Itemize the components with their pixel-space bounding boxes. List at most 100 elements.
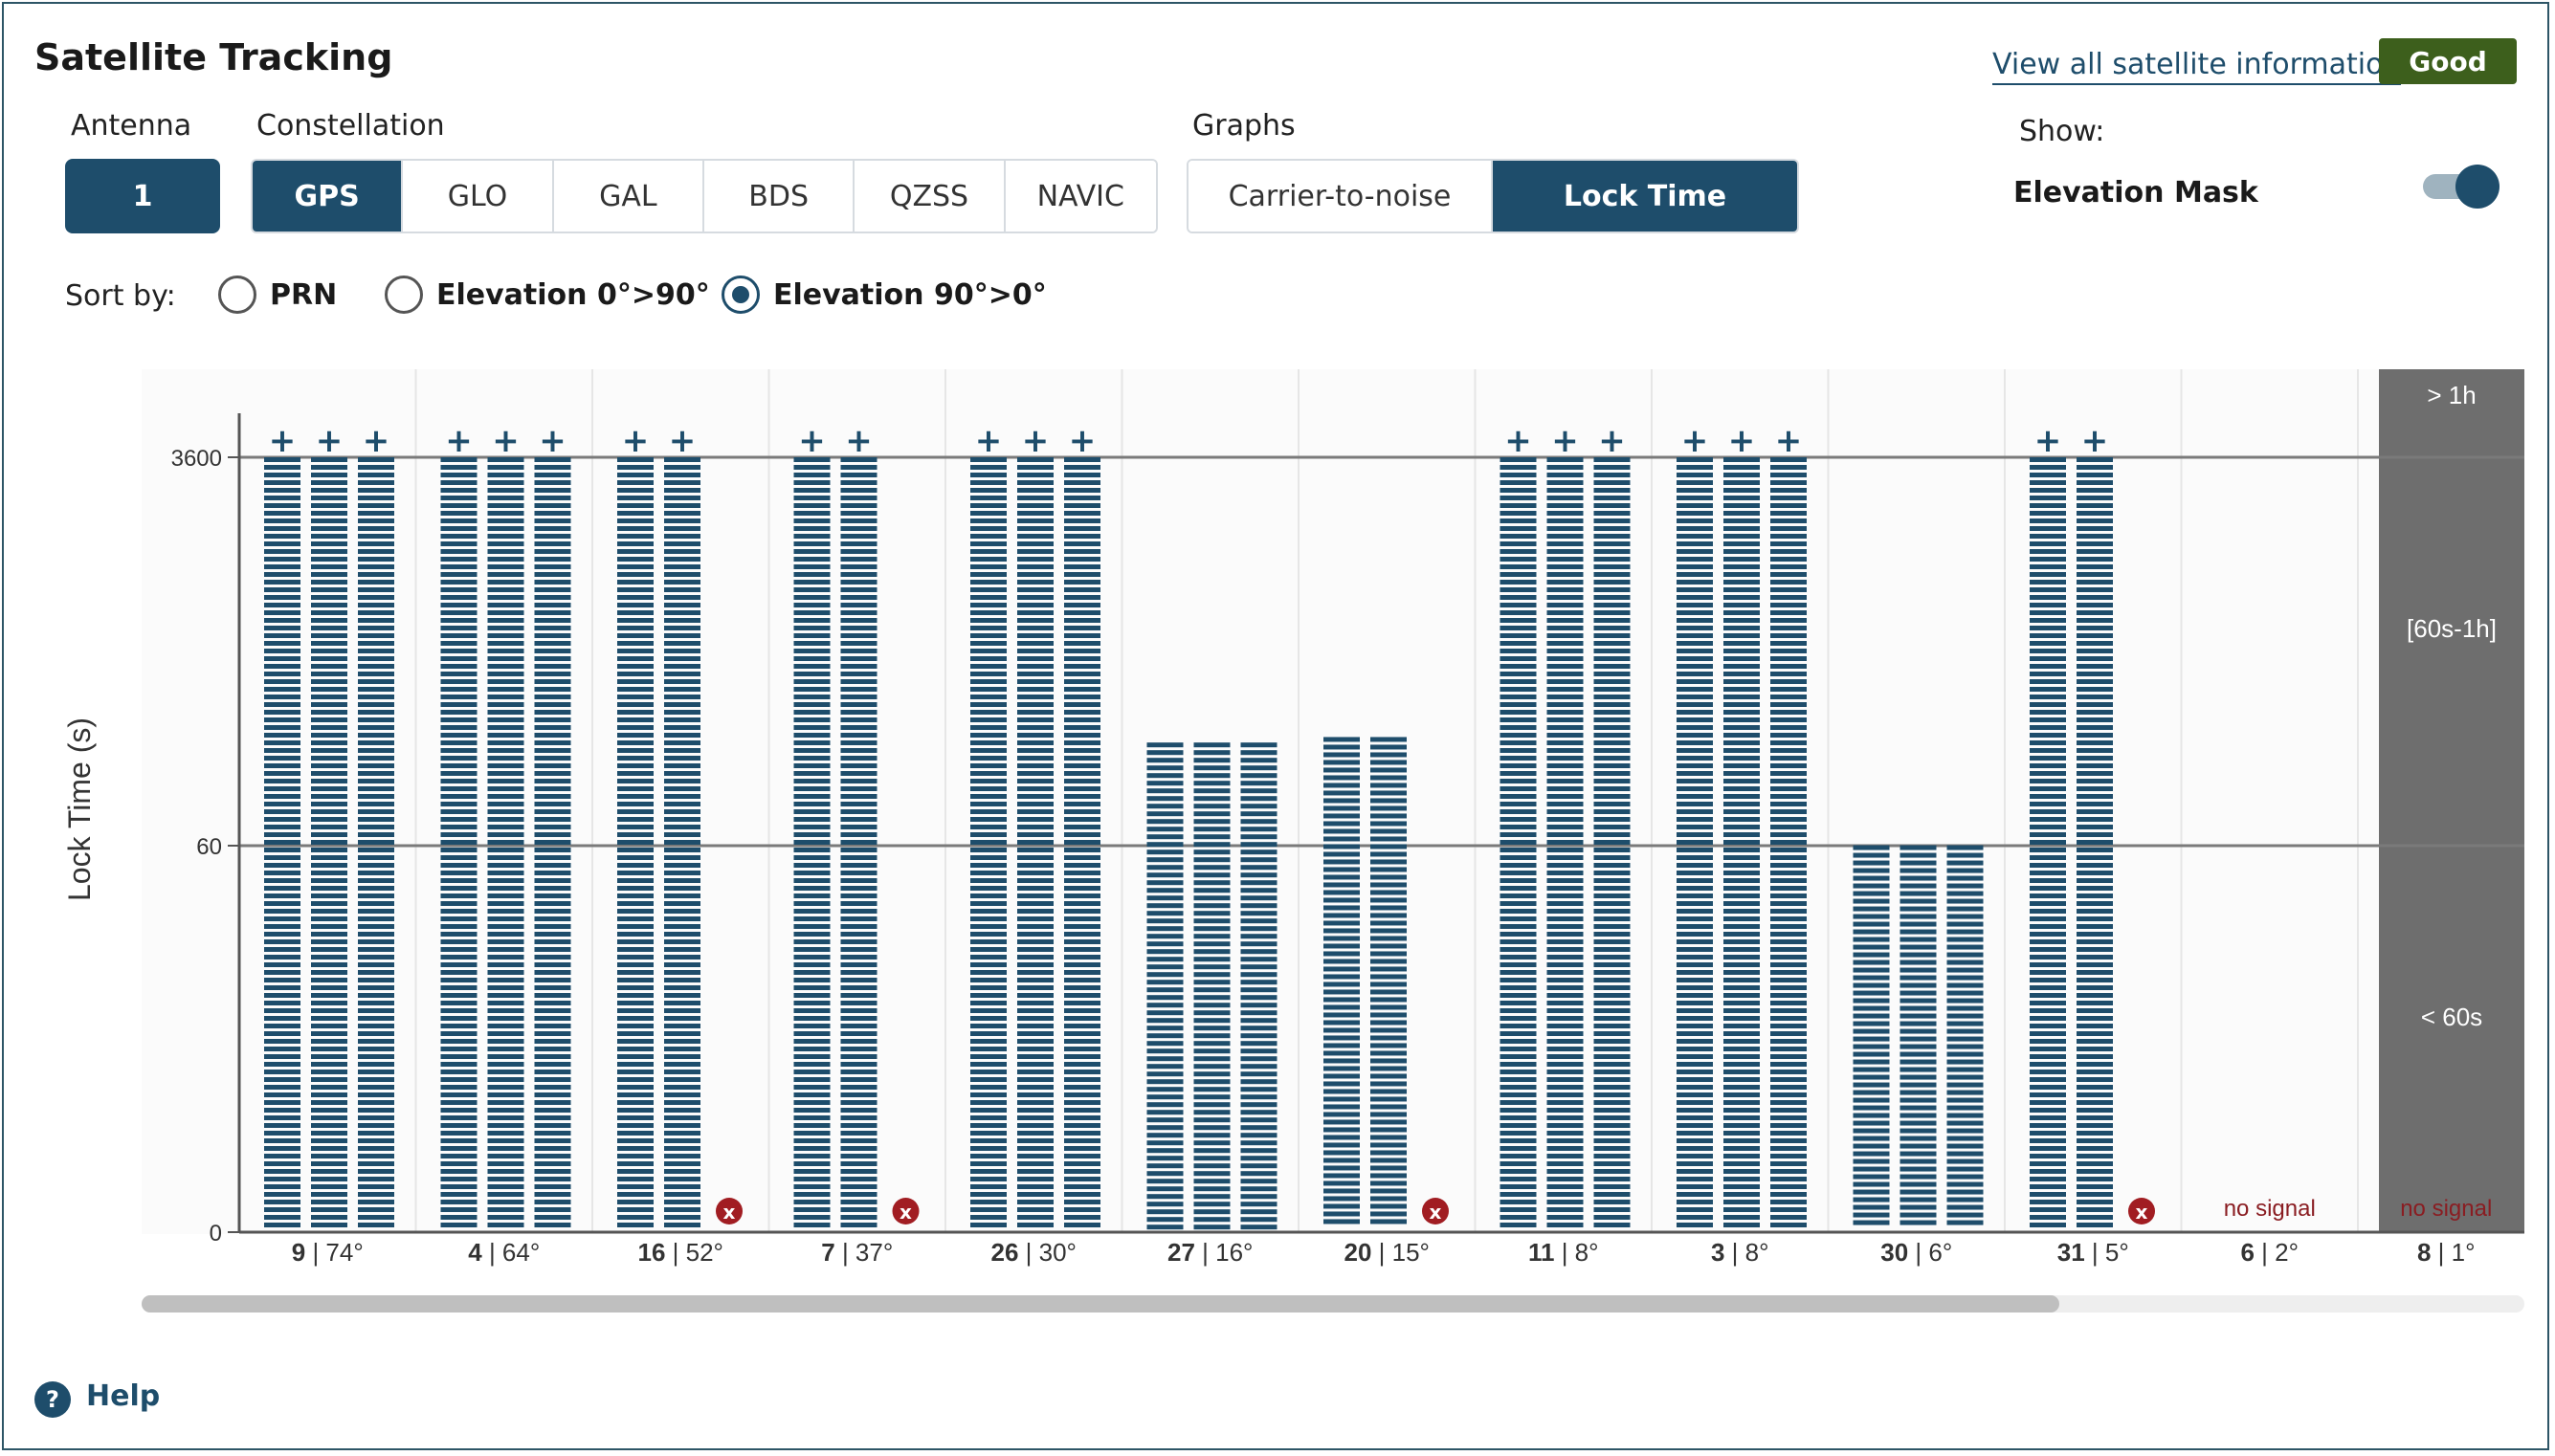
lock-time-bar-segment: [1546, 1207, 1584, 1212]
lock-time-bar-segment: [1723, 1077, 1760, 1082]
lock-time-bar-segment: [1946, 1151, 1984, 1157]
lock-time-bar-segment: [840, 710, 878, 715]
horizontal-scrollbar-thumb[interactable]: [142, 1295, 2059, 1313]
lock-time-bar-segment: [1593, 656, 1631, 661]
lock-time-bar-segment: [311, 564, 347, 569]
lock-time-bar-segment: [793, 924, 831, 929]
lock-time-bar-segment: [440, 1215, 478, 1220]
lock-time-bar-segment: [358, 993, 394, 998]
lock-time-bar-segment: [2077, 1115, 2113, 1120]
lock-time-bar-segment: [1146, 842, 1184, 848]
lock-time-bar-segment: [1500, 748, 1537, 753]
lock-time-bar-segment: [1770, 518, 1807, 523]
lock-time-bar-segment: [1146, 1140, 1184, 1146]
lock-time-bar-segment: [1017, 1077, 1054, 1082]
lock-time-bar-segment: [617, 679, 654, 684]
lock-time-bar-segment: [793, 549, 831, 554]
lock-time-bar-segment: [1723, 679, 1760, 684]
lock-time-bar-segment: [1546, 473, 1584, 477]
lock-time-bar-segment: [1370, 1211, 1407, 1217]
lock-time-bar-segment: [664, 1008, 700, 1013]
lock-time-bar-segment: [1500, 626, 1537, 630]
lock-time-bar-segment: [1193, 987, 1231, 993]
lock-time-bar-segment: [970, 1161, 1007, 1166]
lock-time-bar-segment: [1146, 865, 1184, 871]
lock-time-bar-segment: [1770, 603, 1807, 607]
lock-time-bar-segment: [1240, 1186, 1278, 1192]
satellite-prn: 9: [292, 1238, 305, 1267]
lock-time-bar-segment: [1240, 941, 1278, 947]
lock-time-bar-segment: [664, 473, 700, 477]
lock-time-bar-segment: [440, 978, 478, 982]
no-signal-label: no signal: [2224, 1196, 2316, 1222]
lock-time-bar-segment: [487, 1184, 524, 1189]
lock-time-bar-segment: [1193, 827, 1231, 832]
lock-time-bar-segment: [1723, 557, 1760, 562]
lock-time-bar-segment: [2077, 641, 2113, 646]
satellite-elevation: | 6°: [1908, 1238, 1952, 1267]
lock-time-bar-segment: [440, 985, 478, 990]
lock-time-bar-segment: [1017, 534, 1054, 539]
lock-time-bar-segment: [1370, 798, 1407, 804]
lock-time-bar-segment: [1240, 1071, 1278, 1077]
lock-time-bar-segment: [1193, 1194, 1231, 1200]
lock-time-bar-segment: [1593, 595, 1631, 600]
lock-time-bar-segment: [534, 1016, 571, 1021]
lock-time-bar-segment: [264, 1108, 300, 1113]
x-tick-label: 8 | 1°: [2417, 1238, 2476, 1267]
lock-time-bar-segment: [1677, 511, 1713, 516]
lock-time-bar-segment: [664, 1146, 700, 1151]
lock-time-bar-segment: [440, 702, 478, 707]
lock-time-bar-segment: [311, 993, 347, 998]
lock-time-bar-segment: [1593, 947, 1631, 952]
lock-time-bar-segment: [1370, 1012, 1407, 1018]
lock-time-bar-segment: [1546, 817, 1584, 822]
lock-time-bar-segment: [1064, 1115, 1100, 1120]
lock-time-bar-segment: [1064, 1207, 1100, 1212]
lock-time-bar-segment: [793, 603, 831, 607]
lock-time-bar-segment: [1900, 944, 1937, 950]
lock-time-bar-segment: [617, 587, 654, 592]
lock-time-bar-segment: [1370, 851, 1407, 857]
lock-time-bar-segment: [1500, 893, 1537, 898]
lock-time-bar-segment: [358, 802, 394, 806]
lock-time-bar-segment: [1323, 737, 1360, 742]
lock-time-bar-segment: [1770, 871, 1807, 875]
lock-time-bar-segment: [440, 932, 478, 937]
lock-time-bar-segment: [1146, 849, 1184, 855]
lock-time-bar-segment: [1593, 564, 1631, 569]
lock-time-bar-segment: [970, 702, 1007, 707]
lock-time-bar-segment: [534, 626, 571, 630]
lock-time-bar-segment: [664, 610, 700, 615]
lock-time-bar-segment: [1546, 962, 1584, 967]
help-link[interactable]: Help: [86, 1379, 160, 1413]
lock-time-bar-segment: [440, 1108, 478, 1113]
x-tick-label: 6 | 2°: [2240, 1238, 2299, 1267]
lock-time-bar-segment: [1370, 1196, 1407, 1202]
lock-time-bar-segment: [664, 503, 700, 508]
lock-time-bar-segment: [793, 717, 831, 722]
lock-time-bar-segment: [970, 1100, 1007, 1105]
help-icon[interactable]: ?: [34, 1381, 71, 1418]
lock-time-bar-segment: [1017, 871, 1054, 875]
lock-time-bar-segment: [264, 794, 300, 799]
lock-time-bar-segment: [1677, 978, 1713, 982]
lock-time-bar-segment: [440, 916, 478, 921]
lock-time-bar-segment: [1064, 480, 1100, 485]
lock-time-bar-segment: [311, 871, 347, 875]
lock-time-bar-segment: [1370, 1127, 1407, 1133]
lock-time-bar-segment: [311, 641, 347, 646]
lock-time-bar-segment: [1677, 587, 1713, 592]
lock-time-bar-segment: [534, 672, 571, 676]
lock-time-bar-segment: [1723, 985, 1760, 990]
lock-time-bar-segment: [311, 1138, 347, 1143]
lock-time-bar-segment: [970, 871, 1007, 875]
lock-time-bar-segment: [1193, 1003, 1231, 1008]
lock-time-bar-segment: [440, 955, 478, 960]
lock-time-bar-segment: [1017, 825, 1054, 829]
lock-time-bar-segment: [1146, 1194, 1184, 1200]
lock-time-bar-segment: [1146, 788, 1184, 794]
lock-time-bar-segment: [264, 901, 300, 906]
lock-time-bar-segment: [1146, 811, 1184, 817]
lock-time-bar-segment: [1193, 1102, 1231, 1108]
